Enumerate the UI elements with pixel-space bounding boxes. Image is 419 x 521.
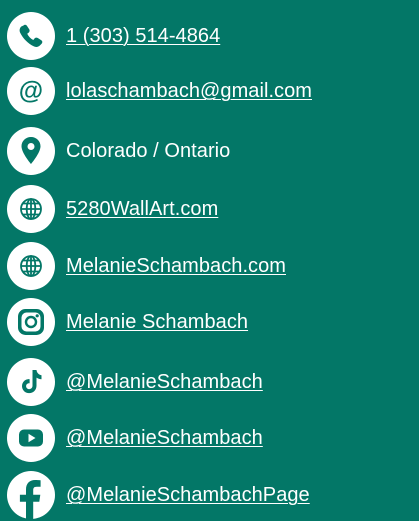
globe-icon [6,184,56,234]
contact-row-location: Colorado / Ontario [0,126,419,176]
contact-row-email: @ lolaschambach@gmail.com [0,66,419,116]
contact-row-website-1: 5280WallArt.com [0,184,419,234]
youtube-link[interactable]: @MelanieSchambach [66,426,263,450]
location-pin-icon [6,126,56,176]
contact-row-instagram: Melanie Schambach [0,297,419,347]
location-text: Colorado / Ontario [66,140,231,162]
contact-row-facebook: @MelanieSchambachPage [0,470,419,520]
instagram-link[interactable]: Melanie Schambach [66,310,248,334]
website-link-5280wallart[interactable]: 5280WallArt.com [66,197,218,221]
facebook-icon [6,470,56,520]
tiktok-icon [6,357,56,407]
contact-row-phone: 1 (303) 514-4864 [0,11,419,61]
svg-text:@: @ [19,77,43,105]
contact-row-website-2: MelanieSchambach.com [0,241,419,291]
facebook-link[interactable]: @MelanieSchambachPage [66,483,310,507]
tiktok-link[interactable]: @MelanieSchambach [66,370,263,394]
youtube-icon [6,413,56,463]
email-link[interactable]: lolaschambach@gmail.com [66,79,312,103]
instagram-icon [6,297,56,347]
contact-row-youtube: @MelanieSchambach [0,413,419,463]
contact-row-tiktok: @MelanieSchambach [0,357,419,407]
phone-link[interactable]: 1 (303) 514-4864 [66,24,220,48]
phone-icon [6,11,56,61]
website-link-melanieschambach[interactable]: MelanieSchambach.com [66,254,286,278]
globe-icon [6,241,56,291]
at-sign-icon: @ [6,66,56,116]
contact-list: 1 (303) 514-4864 @ lolaschambach@gmail.c… [0,0,419,521]
